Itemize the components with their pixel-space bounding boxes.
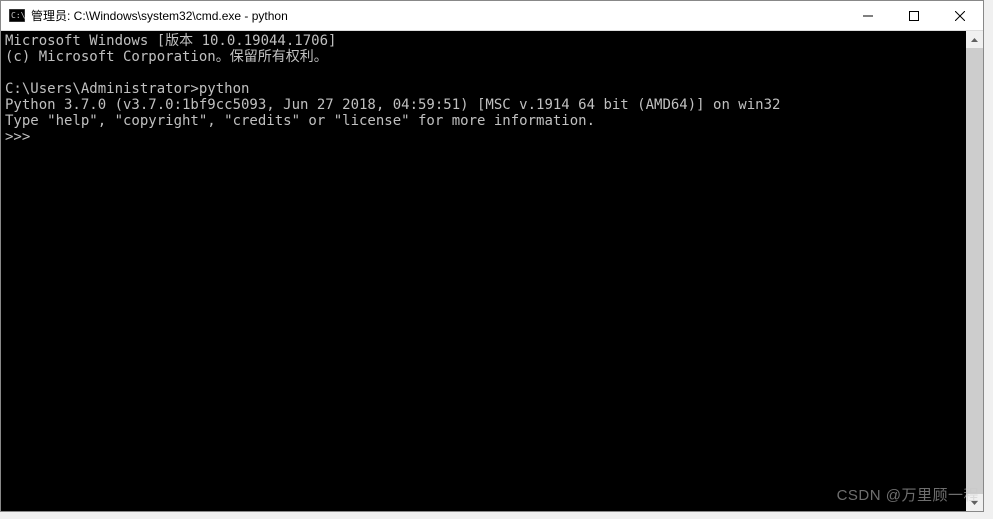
cmd-window: C:\ 管理员: C:\Windows\system32\cmd.exe - p… <box>0 0 984 512</box>
terminal-line: Python 3.7.0 (v3.7.0:1bf9cc5093, Jun 27 … <box>5 97 780 113</box>
repl-prompt: >>> <box>5 129 39 145</box>
window-controls <box>845 1 983 30</box>
scroll-thumb[interactable] <box>966 48 983 494</box>
scroll-track[interactable] <box>966 48 983 494</box>
terminal-line: C:\Users\Administrator>python <box>5 81 249 97</box>
terminal-line: Microsoft Windows [版本 10.0.19044.1706] <box>5 33 336 49</box>
minimize-button[interactable] <box>845 1 891 30</box>
window-title: 管理员: C:\Windows\system32\cmd.exe - pytho… <box>31 7 845 24</box>
terminal-area: Microsoft Windows [版本 10.0.19044.1706] (… <box>1 31 983 511</box>
svg-text:C:\: C:\ <box>11 11 25 20</box>
maximize-button[interactable] <box>891 1 937 30</box>
vertical-scrollbar[interactable] <box>966 31 983 511</box>
terminal-line: (c) Microsoft Corporation。保留所有权利。 <box>5 49 328 65</box>
terminal-line: Type "help", "copyright", "credits" or "… <box>5 113 595 129</box>
titlebar[interactable]: C:\ 管理员: C:\Windows\system32\cmd.exe - p… <box>1 1 983 31</box>
close-button[interactable] <box>937 1 983 30</box>
scroll-up-arrow[interactable] <box>966 31 983 48</box>
cmd-icon: C:\ <box>9 9 25 22</box>
scroll-down-arrow[interactable] <box>966 494 983 511</box>
terminal-output[interactable]: Microsoft Windows [版本 10.0.19044.1706] (… <box>1 31 966 511</box>
